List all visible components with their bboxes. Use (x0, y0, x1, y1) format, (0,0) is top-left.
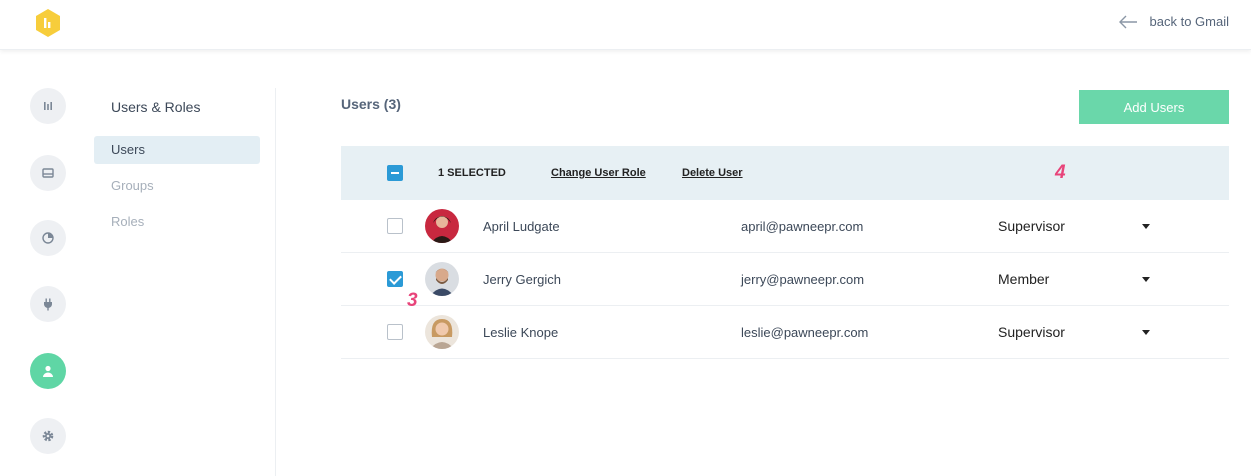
plug-icon (44, 298, 52, 311)
role-value: Member (998, 271, 1050, 287)
caret-down-icon (1142, 277, 1150, 282)
avatar (425, 209, 459, 243)
user-email: leslie@pawneepr.com (741, 325, 869, 340)
subnav-item-roles[interactable]: Roles (94, 208, 260, 236)
users-table: 1 SELECTED Change User Role Delete User … (341, 146, 1229, 359)
table-row: Leslie Knope leslie@pawneepr.com Supervi… (341, 306, 1229, 359)
caret-down-icon (1142, 224, 1150, 229)
pie-chart-icon (42, 232, 54, 244)
rail-reports-button[interactable] (30, 220, 66, 256)
subnav-item-groups[interactable]: Groups (94, 172, 260, 200)
avatar-april-image (425, 209, 459, 243)
role-value: Supervisor (998, 218, 1065, 234)
change-user-role-link[interactable]: Change User Role (551, 167, 646, 179)
rail-inbox-button[interactable] (30, 155, 66, 191)
select-all-checkbox[interactable] (387, 165, 403, 181)
rail-settings-button[interactable] (30, 418, 66, 454)
role-dropdown[interactable]: Member (998, 271, 1150, 287)
selected-count: 1 SELECTED (438, 167, 506, 179)
bulk-action-bar: 1 SELECTED Change User Role Delete User (341, 146, 1229, 200)
add-users-button[interactable]: Add Users (1079, 90, 1229, 124)
user-email: april@pawneepr.com (741, 219, 864, 234)
user-name: Jerry Gergich (483, 272, 562, 287)
avatar-jerry-image (425, 262, 459, 296)
row-checkbox[interactable] (387, 218, 403, 234)
back-link-label: back to Gmail (1149, 14, 1229, 29)
rail-users-button[interactable] (30, 353, 66, 389)
step-annotation-4: 4 (1055, 162, 1066, 183)
avatar-leslie-image (425, 315, 459, 349)
row-checkbox[interactable] (387, 324, 403, 340)
arrow-left-icon (1118, 15, 1137, 28)
rail-bars-button[interactable] (30, 88, 66, 124)
page-title: Users (3) (341, 96, 401, 112)
delete-user-link[interactable]: Delete User (682, 167, 743, 179)
step-annotation-3: 3 (407, 290, 418, 311)
role-value: Supervisor (998, 324, 1065, 340)
user-email: jerry@pawneepr.com (741, 272, 865, 287)
inbox-icon (42, 168, 54, 178)
users-roles-subnav: Users & Roles Users Groups Roles (94, 88, 276, 476)
subnav-title: Users & Roles (111, 99, 201, 115)
icon-rail (0, 50, 94, 476)
user-name: Leslie Knope (483, 325, 559, 340)
avatar (425, 262, 459, 296)
avatar (425, 315, 459, 349)
user-icon (43, 365, 53, 377)
app-logo-icon[interactable] (34, 8, 62, 38)
role-dropdown[interactable]: Supervisor (998, 218, 1150, 234)
subnav-item-users[interactable]: Users (94, 136, 260, 164)
caret-down-icon (1142, 330, 1150, 335)
table-row: Jerry Gergich jerry@pawneepr.com Member (341, 253, 1229, 306)
top-bar: back to Gmail (0, 0, 1251, 50)
back-to-gmail-link[interactable]: back to Gmail (1118, 14, 1229, 29)
gear-icon (42, 430, 54, 442)
bars-icon (44, 102, 52, 110)
user-name: April Ludgate (483, 219, 560, 234)
rail-integrations-button[interactable] (30, 286, 66, 322)
row-checkbox[interactable] (387, 271, 403, 287)
table-row: April Ludgate april@pawneepr.com Supervi… (341, 200, 1229, 253)
role-dropdown[interactable]: Supervisor (998, 324, 1150, 340)
